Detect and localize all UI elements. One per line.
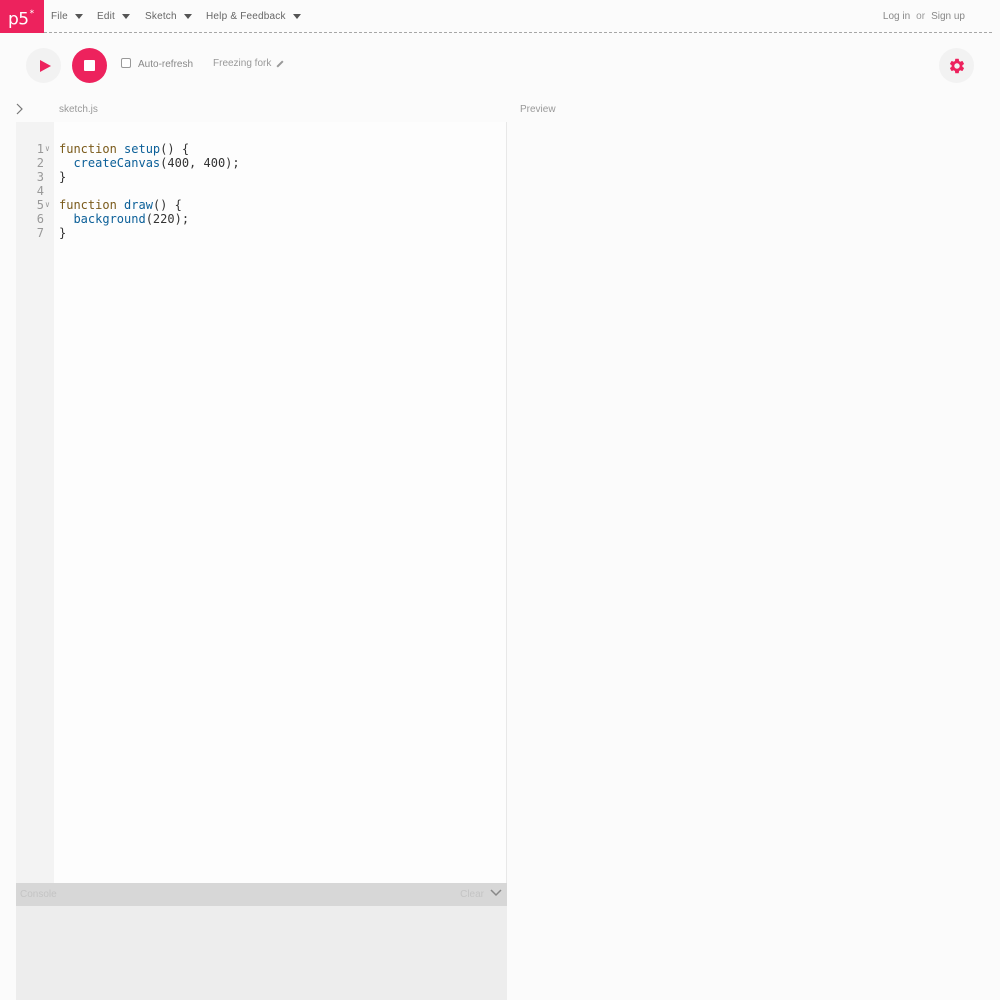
code-line: 1 ∨ function setup() { [16, 142, 507, 156]
auth-links: Log in or Sign up [877, 0, 965, 33]
menu-help[interactable]: Help & Feedback [206, 0, 301, 33]
code-keyword: function [59, 142, 125, 156]
line-number: 4 [36, 184, 44, 198]
auto-refresh-label: Auto-refresh [138, 59, 194, 70]
code-text: function setup() { [59, 142, 189, 156]
menu-file-label: File [51, 11, 68, 22]
code-line: 5 ∨ function draw() { [16, 198, 507, 212]
auto-refresh-toggle[interactable]: Auto-refresh [121, 57, 194, 70]
logo-text: p5 [8, 9, 29, 30]
code-line: 6 background(220); [16, 212, 507, 226]
code-line: 3} [16, 170, 507, 184]
sketch-name[interactable]: Freezing fork [213, 58, 284, 69]
caret-down-icon [122, 14, 131, 19]
line-number: 3 [36, 170, 44, 184]
code-line: 4 [16, 184, 507, 198]
pencil-icon[interactable] [276, 59, 284, 68]
code-function-name: draw [124, 198, 153, 212]
auto-refresh-checkbox[interactable] [121, 57, 131, 68]
code-keyword: function [59, 198, 125, 212]
auth-separator: or [916, 11, 926, 22]
top-nav: p5* File Edit Sketch Help & Feedback Log… [0, 0, 1000, 33]
line-number: 1 [36, 142, 44, 156]
signup-link[interactable]: Sign up [931, 11, 965, 22]
settings-button[interactable] [939, 48, 974, 83]
play-button[interactable] [26, 48, 61, 83]
fold-chevron-icon[interactable]: ∨ [45, 198, 50, 212]
code-token: () { [152, 198, 182, 212]
code-token: (400, 400); [160, 156, 240, 170]
file-tab-sketch-js[interactable]: sketch.js [59, 104, 98, 115]
code-text: } [59, 226, 66, 240]
code-line: 2 createCanvas(400, 400); [16, 156, 507, 170]
gear-icon [949, 58, 964, 73]
console-title: Console [20, 889, 57, 900]
caret-down-icon [74, 14, 83, 19]
line-number: 2 [36, 156, 44, 170]
menu-edit[interactable]: Edit [97, 0, 131, 33]
menu-edit-label: Edit [97, 11, 116, 22]
menu-help-label: Help & Feedback [206, 11, 286, 22]
code-text: function draw() { [59, 198, 182, 212]
stop-button[interactable] [72, 48, 107, 83]
code-text: createCanvas(400, 400); [59, 156, 240, 170]
console-header: Console Clear [16, 883, 507, 906]
sketch-name-label: Freezing fork [213, 58, 272, 69]
nav-divider [44, 32, 992, 33]
fold-chevron-icon[interactable]: ∨ [45, 142, 50, 156]
logo-asterisk: * [29, 9, 35, 19]
menu-file[interactable]: File [51, 0, 83, 33]
play-icon [39, 59, 51, 72]
line-number: 5 [36, 198, 44, 212]
p5-logo[interactable]: p5* [0, 0, 44, 33]
console-body [16, 906, 507, 1000]
code-area[interactable]: 1 ∨ function setup() {2 createCanvas(400, … [16, 142, 507, 240]
console-clear-button[interactable]: Clear [460, 889, 484, 900]
code-token: } [59, 226, 67, 240]
stop-icon [84, 60, 95, 71]
login-link[interactable]: Log in [883, 11, 910, 22]
menu-sketch[interactable]: Sketch [145, 0, 192, 33]
caret-down-icon [292, 14, 301, 19]
chevron-right-icon[interactable] [15, 103, 25, 115]
code-function-name: background [73, 212, 146, 226]
code-line: 7} [16, 226, 507, 240]
line-number: 6 [36, 212, 44, 226]
line-number: 7 [36, 226, 44, 240]
code-token: } [59, 170, 67, 184]
code-function-name: setup [124, 142, 161, 156]
code-editor[interactable]: 1 ∨ function setup() {2 createCanvas(400, … [16, 122, 507, 884]
chevron-down-icon[interactable] [490, 888, 502, 898]
caret-down-icon [183, 14, 192, 19]
code-function-name: createCanvas [73, 156, 161, 170]
code-text: background(220); [59, 212, 189, 226]
code-text: } [59, 170, 66, 184]
code-token: (220); [145, 212, 190, 226]
menu-sketch-label: Sketch [145, 11, 177, 22]
code-token: () { [160, 142, 190, 156]
preview-label: Preview [520, 104, 556, 115]
